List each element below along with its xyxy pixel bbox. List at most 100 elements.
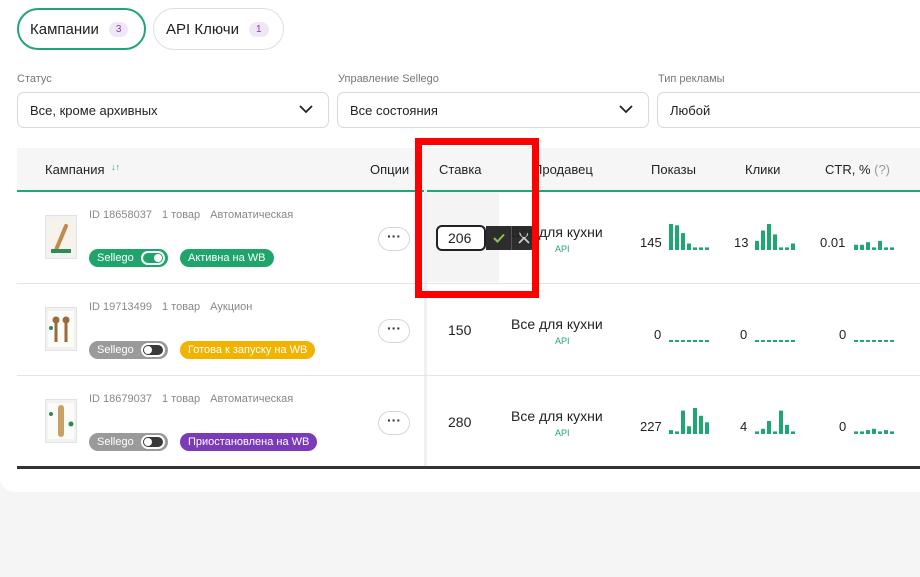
- product-thumbnail[interactable]: [45, 399, 77, 443]
- campaign-id: ID 18679037: [89, 393, 152, 405]
- spark-bar: [675, 225, 679, 250]
- clicks-sparkline: [755, 224, 795, 250]
- spark-bar: [693, 408, 697, 434]
- campaign-items: 1 товар: [162, 209, 201, 221]
- adtype-select[interactable]: Любой: [657, 92, 920, 128]
- sellego-filter-label: Управление Sellego: [338, 73, 439, 85]
- status-select-value: Все, кроме архивных: [30, 102, 158, 118]
- sort-icon: ↓↑: [111, 162, 121, 172]
- spark-bar: [755, 340, 759, 342]
- bid-value[interactable]: 150: [448, 322, 471, 338]
- sellego-toggle[interactable]: Sellego: [89, 433, 168, 451]
- spark-bar: [699, 415, 703, 434]
- help-icon[interactable]: (?): [874, 162, 890, 177]
- spark-bar: [755, 431, 759, 434]
- ctr-sparkline: [854, 428, 894, 434]
- column-ctr[interactable]: CTR, % (?): [825, 162, 890, 177]
- product-thumbnail[interactable]: [45, 307, 77, 351]
- tab-campaigns[interactable]: Кампании 3: [17, 8, 146, 50]
- chevron-down-icon: [619, 105, 633, 114]
- campaign-meta: ID 18658037 1 товар Автоматическая: [89, 209, 303, 221]
- spark-bar: [687, 340, 691, 342]
- spark-bar: [675, 340, 679, 342]
- spark-bar: [675, 431, 679, 434]
- product-thumbnail[interactable]: [45, 215, 77, 259]
- bid-value[interactable]: 280: [448, 414, 471, 430]
- horizontal-scrollbar[interactable]: [17, 466, 920, 469]
- spark-bar: [860, 340, 864, 342]
- options-button[interactable]: ···: [378, 319, 410, 343]
- impressions-sparkline: [669, 224, 709, 250]
- seller-source: API: [555, 244, 570, 254]
- ctr-value: 0: [839, 327, 847, 342]
- spark-bar: [866, 430, 870, 434]
- sellego-toggle-label: Sellego: [97, 252, 134, 264]
- spark-bar: [890, 247, 894, 250]
- spark-bar: [878, 240, 882, 250]
- spark-bar: [779, 340, 783, 342]
- highlight-box: [415, 138, 539, 298]
- column-campaign-label: Кампания: [45, 162, 105, 177]
- column-impressions[interactable]: Показы: [651, 162, 696, 177]
- column-campaign[interactable]: Кампания ↓↑: [45, 162, 120, 177]
- column-seller[interactable]: Продавец: [533, 162, 593, 177]
- clicks-sparkline: [755, 340, 795, 342]
- ctr-sparkline: [854, 240, 894, 250]
- status-select[interactable]: Все, кроме архивных: [17, 92, 329, 128]
- spark-bar: [761, 340, 765, 342]
- clicks-sparkline: [755, 410, 795, 434]
- spark-bar: [860, 431, 864, 434]
- column-options: Опции: [370, 162, 410, 177]
- spark-bar: [890, 340, 894, 342]
- spark-bar: [773, 340, 777, 342]
- campaign-type: Аукцион: [210, 301, 253, 313]
- clicks-value: 13: [734, 235, 749, 250]
- spark-bar: [791, 340, 795, 342]
- column-ctr-label: CTR, %: [825, 162, 871, 177]
- campaign-items: 1 товар: [162, 301, 201, 313]
- row-divider: [17, 375, 920, 376]
- spark-bar: [773, 234, 777, 250]
- sellego-select[interactable]: Все состояния: [337, 92, 649, 128]
- sellego-toggle[interactable]: Sellego: [89, 249, 168, 267]
- spark-bar: [767, 224, 771, 250]
- campaign-id: ID 18658037: [89, 209, 152, 221]
- spark-bar: [761, 428, 765, 434]
- impressions-value: 227: [640, 419, 662, 434]
- toggle-knob: [144, 438, 152, 446]
- spark-bar: [884, 340, 888, 342]
- options-button[interactable]: ···: [378, 227, 410, 251]
- spark-bar: [872, 247, 876, 250]
- status-filter-label: Статус: [17, 73, 52, 85]
- spark-bar: [791, 431, 795, 434]
- toggle-knob: [144, 346, 152, 354]
- impressions-value: 0: [654, 327, 662, 342]
- spark-bar: [669, 224, 673, 250]
- spark-bar: [681, 233, 685, 250]
- spark-bar: [872, 340, 876, 342]
- tab-api-keys[interactable]: API Ключи 1: [153, 8, 284, 50]
- seller-source: API: [555, 428, 570, 438]
- sellego-toggle-label: Sellego: [97, 344, 134, 356]
- options-button[interactable]: ···: [378, 411, 410, 435]
- ctr-sparkline: [854, 340, 894, 342]
- campaign-meta: ID 18679037 1 товар Автоматическая: [89, 393, 303, 405]
- column-clicks[interactable]: Клики: [745, 162, 780, 177]
- clicks-value: 0: [740, 327, 748, 342]
- sellego-toggle[interactable]: Sellego: [89, 341, 168, 359]
- campaign-type: Автоматическая: [210, 209, 294, 221]
- spark-bar: [687, 426, 691, 434]
- chevron-down-icon: [299, 105, 313, 114]
- status-badge: Приостановлена на WB: [180, 433, 318, 451]
- spark-bar: [669, 340, 673, 342]
- spark-bar: [860, 244, 864, 250]
- status-badge: Готова к запуску на WB: [180, 341, 316, 359]
- clicks-value: 4: [740, 419, 748, 434]
- spark-bar: [773, 431, 777, 434]
- status-badge: Активна на WB: [180, 249, 274, 267]
- spark-bar: [767, 421, 771, 434]
- spark-bar: [693, 340, 697, 342]
- toggle-knob: [154, 254, 162, 262]
- spark-bar: [705, 340, 709, 342]
- impressions-sparkline: [669, 340, 709, 342]
